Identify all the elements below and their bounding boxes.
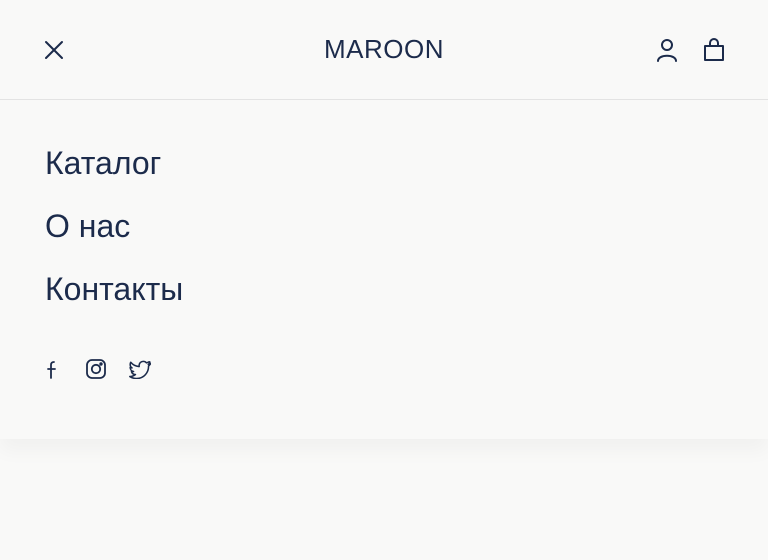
- site-header: MAROON: [0, 0, 768, 100]
- menu-item-about[interactable]: О нас: [45, 206, 183, 269]
- account-button[interactable]: [654, 37, 680, 63]
- cart-button[interactable]: [701, 37, 727, 63]
- instagram-icon: [86, 359, 106, 379]
- menu-item-catalog[interactable]: Каталог: [45, 143, 183, 206]
- user-icon: [657, 39, 677, 62]
- facebook-icon: [47, 361, 56, 379]
- instagram-link[interactable]: [84, 357, 108, 381]
- site-logo[interactable]: MAROON: [0, 34, 768, 65]
- twitter-icon: [129, 360, 151, 379]
- page: MAROON Каталог О нас Контакты: [0, 0, 768, 560]
- main-navigation: Каталог О нас Контакты: [45, 143, 183, 332]
- social-links: [40, 357, 172, 381]
- mobile-menu-drawer: Каталог О нас Контакты: [0, 101, 768, 439]
- twitter-link[interactable]: [128, 357, 152, 381]
- shopping-bag-icon: [704, 38, 724, 61]
- facebook-link[interactable]: [40, 357, 64, 381]
- menu-item-contacts[interactable]: Контакты: [45, 269, 183, 332]
